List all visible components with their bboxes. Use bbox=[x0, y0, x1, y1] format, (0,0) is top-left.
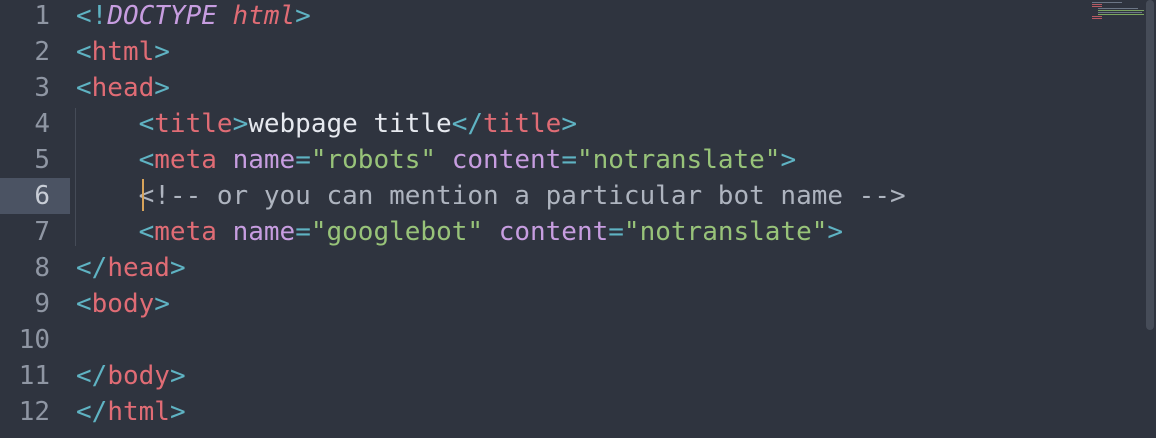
line-number: 7 bbox=[34, 217, 50, 247]
minimap-line bbox=[1092, 18, 1102, 19]
token-tag: meta bbox=[154, 217, 217, 247]
line-number-gutter: 1 2 3 4 5 6 7 8 9 10 11 12 bbox=[0, 0, 70, 438]
token-string: "googlebot" bbox=[310, 217, 484, 247]
token-tag: meta bbox=[154, 145, 217, 175]
token-punctuation: < bbox=[138, 109, 155, 139]
token-tag: html bbox=[91, 37, 155, 67]
line-number: 5 bbox=[34, 145, 50, 175]
line-number: 2 bbox=[34, 37, 50, 67]
token-punctuation: > bbox=[154, 37, 170, 67]
token-punctuation: < bbox=[76, 73, 92, 103]
token-punctuation: = bbox=[561, 145, 577, 175]
code-line[interactable]: </html> bbox=[76, 394, 186, 430]
token-punctuation: > bbox=[154, 73, 170, 103]
code-line[interactable]: <body> bbox=[76, 286, 170, 322]
token-punctuation: < bbox=[138, 145, 155, 175]
token-tag: body bbox=[107, 361, 170, 391]
code-editor[interactable]: 1 2 3 4 5 6 7 8 9 10 11 12 <!DOCTYPE htm… bbox=[0, 0, 1156, 438]
token-tag: html bbox=[107, 397, 170, 427]
token-punctuation: > bbox=[232, 109, 249, 139]
token-comment: <!-- or you can mention a particular bot… bbox=[138, 181, 906, 211]
code-line[interactable]: <title>webpage title</title> bbox=[76, 106, 577, 142]
minimap-line bbox=[1098, 8, 1138, 9]
line-number: 1 bbox=[34, 1, 50, 31]
code-line[interactable]: <meta name="googlebot" content="notransl… bbox=[76, 214, 843, 250]
token-attribute: content bbox=[498, 217, 609, 247]
token-string: "notranslate" bbox=[623, 217, 828, 247]
text-cursor bbox=[142, 179, 144, 211]
minimap[interactable] bbox=[1090, 2, 1146, 24]
code-line[interactable]: <!DOCTYPE html> bbox=[76, 0, 311, 34]
token-punctuation: > bbox=[295, 1, 311, 31]
code-line[interactable]: <html> bbox=[76, 34, 170, 70]
token-punctuation: </ bbox=[76, 397, 108, 427]
vertical-scrollbar[interactable] bbox=[1146, 0, 1154, 330]
token-punctuation: = bbox=[295, 145, 311, 175]
token-punctuation: > bbox=[561, 109, 577, 139]
token-punctuation: > bbox=[169, 253, 186, 283]
token-tag: head bbox=[91, 73, 155, 103]
token-punctuation: < bbox=[76, 289, 92, 319]
token-punctuation: < bbox=[76, 37, 92, 67]
minimap-line bbox=[1092, 4, 1102, 5]
line-number: 8 bbox=[34, 253, 50, 283]
minimap-line bbox=[1098, 14, 1144, 15]
minimap-line bbox=[1092, 16, 1102, 17]
token-punctuation: > bbox=[169, 361, 186, 391]
token-doctype: DOCTYPE bbox=[107, 1, 217, 31]
code-line[interactable]: <head> bbox=[76, 70, 170, 106]
line-number: 9 bbox=[34, 289, 50, 319]
token-string: "notranslate" bbox=[576, 145, 781, 175]
token-tag: title bbox=[483, 109, 562, 139]
line-number: 11 bbox=[18, 361, 50, 391]
token-punctuation: = bbox=[608, 217, 624, 247]
code-line[interactable]: <meta name="robots" content="notranslate… bbox=[76, 142, 797, 178]
token-attribute: name bbox=[232, 217, 296, 247]
token-punctuation: = bbox=[295, 217, 311, 247]
minimap-line bbox=[1092, 6, 1102, 7]
code-line-active[interactable]: <!-- or you can mention a particular bot… bbox=[76, 178, 906, 214]
token-punctuation: </ bbox=[451, 109, 484, 139]
token-attribute: content bbox=[451, 145, 562, 175]
minimap-line bbox=[1092, 2, 1122, 3]
line-number: 3 bbox=[34, 73, 50, 103]
line-number: 10 bbox=[18, 325, 50, 355]
line-number: 4 bbox=[34, 109, 50, 139]
line-number: 12 bbox=[18, 397, 50, 427]
minimap-line bbox=[1098, 12, 1142, 13]
token-punctuation: > bbox=[780, 145, 797, 175]
token-attribute: name bbox=[232, 145, 296, 175]
token-punctuation: < bbox=[138, 217, 155, 247]
token-text: webpage title bbox=[248, 109, 452, 139]
token-punctuation: > bbox=[154, 289, 170, 319]
token-punctuation: <! bbox=[76, 1, 108, 31]
token-tag: title bbox=[154, 109, 233, 139]
token-tag: body bbox=[91, 289, 155, 319]
token-doctype-value: html bbox=[232, 1, 296, 31]
line-number-active: 6 bbox=[0, 178, 70, 214]
code-area[interactable]: <!DOCTYPE html> <html> <head> <title>web… bbox=[76, 0, 1136, 438]
minimap-line bbox=[1098, 10, 1144, 11]
token-punctuation: </ bbox=[76, 361, 108, 391]
token-string: "robots" bbox=[310, 145, 437, 175]
token-punctuation: > bbox=[169, 397, 186, 427]
code-line[interactable]: </body> bbox=[76, 358, 186, 394]
token-punctuation: </ bbox=[76, 253, 108, 283]
code-line[interactable]: </head> bbox=[76, 250, 186, 286]
token-punctuation: > bbox=[827, 217, 844, 247]
token-tag: head bbox=[107, 253, 170, 283]
